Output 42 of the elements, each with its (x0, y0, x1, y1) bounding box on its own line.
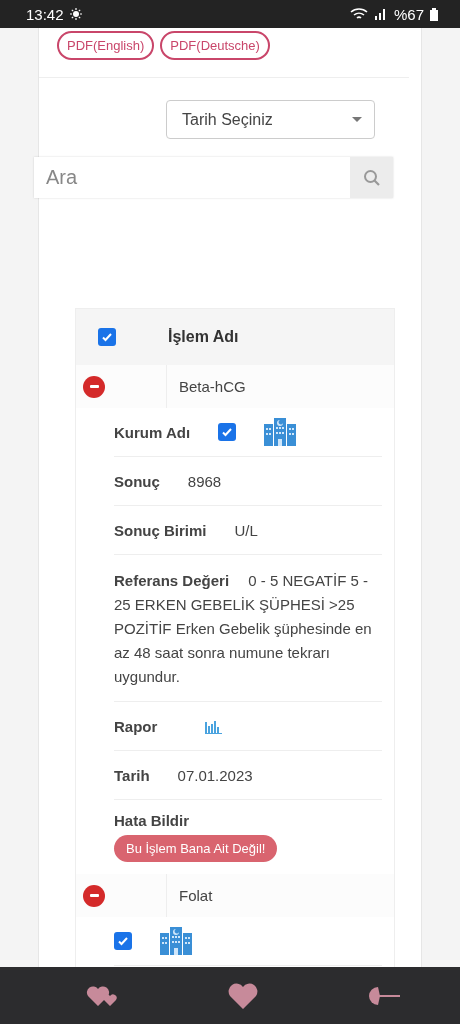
pdf-button[interactable]: PDF(Deutsche) (160, 31, 270, 60)
field-label: Hata Bildir (114, 812, 189, 829)
hospital-building-icon (160, 927, 192, 955)
field-value: 07.01.2023 (177, 766, 253, 784)
pdf-button[interactable]: PDF(English) (57, 31, 155, 60)
status-time: 13:42 (26, 5, 64, 23)
collapse-button[interactable] (83, 375, 105, 398)
wifi-icon (349, 7, 368, 21)
field-value: 8968 (187, 472, 222, 490)
date-select[interactable]: Tarih Seçiniz (166, 100, 375, 139)
back-arrow-icon[interactable] (368, 985, 402, 1006)
report-error-button[interactable]: Bu İşlem Bana Ait Değil! (114, 835, 278, 862)
search-icon (362, 168, 381, 187)
checkbox[interactable] (218, 423, 237, 441)
field-label: Tarih (114, 766, 150, 784)
reference-value-text: Referans Değeri 0 - 5 NEGATİF 5 - 25 ERKEN GEBELİK ŞÜPHESİ >25 POZİTİF Erken Gebelik şüphesinde en az 48 saat sonra numune tekrarı uygundur. (114, 555, 382, 702)
minus-icon (89, 385, 99, 388)
search-field[interactable]: Ara (34, 157, 350, 198)
signal-icon (373, 8, 388, 20)
checkmark-icon (221, 426, 234, 438)
checkmark-icon (101, 331, 113, 343)
field-label: Sonuç Birimi (114, 521, 207, 539)
field-value: U/L (234, 521, 258, 539)
field-label: Kurum Adı (114, 423, 191, 441)
collapse-button[interactable] (83, 884, 105, 907)
caret-icon (352, 117, 362, 122)
hearts-icon[interactable] (86, 983, 118, 1008)
battery-icon (430, 7, 438, 21)
checkmark-icon (117, 935, 129, 947)
minus-icon (89, 894, 99, 897)
field-label: Sonuç (114, 472, 160, 490)
table-cell: Folat (166, 874, 394, 917)
table-cell: Beta-hCG (166, 365, 394, 408)
sun-icon (69, 8, 82, 20)
column-header: İşlem Adı (168, 328, 239, 346)
checkbox[interactable] (114, 932, 132, 950)
heart-icon[interactable] (227, 981, 259, 1010)
field-label: Rapor (114, 717, 158, 735)
battery-percent: %67 (393, 5, 424, 23)
bar-chart-icon[interactable] (205, 718, 223, 734)
select-all-checkbox[interactable] (98, 328, 116, 346)
hospital-building-icon (264, 418, 297, 446)
